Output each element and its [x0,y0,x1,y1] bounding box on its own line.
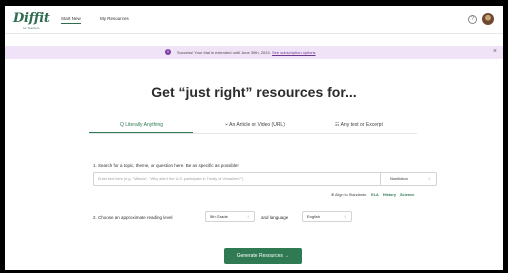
top-nav: Diffit for Teachers Start New My Resourc… [5,6,503,34]
language-select[interactable]: English ↕ [302,211,352,222]
standard-science[interactable]: Science [400,193,414,197]
nav-tab-start-new[interactable]: Start New [61,16,81,24]
tab-article-or-video[interactable]: ⑂ An Article or Video (URL) [225,122,285,128]
reading-level-value: 5th Grade [210,214,228,219]
info-icon: i [165,49,171,55]
step2-label: 2. Choose an approximate reading level [93,215,173,220]
chevron-updown-icon: ↕ [344,214,346,219]
reading-level-select[interactable]: 5th Grade ↕ [205,211,255,222]
tab-label: Q Literally Anything [120,122,164,128]
avatar[interactable] [482,13,494,25]
chevron-updown-icon: ↕ [428,176,430,181]
type-select[interactable]: Nonfiction ↕ [380,173,436,185]
help-icon[interactable]: ? [468,15,477,24]
banner-message: Success! Your trial is extended until Ju… [177,50,316,55]
trial-banner: i Success! Your trial is extended until … [5,46,503,59]
tab-label: ☷ Any text or Excerpt [335,122,383,128]
generate-resources-button[interactable]: Generate Resources → [224,248,302,264]
app-window: Diffit for Teachers Start New My Resourc… [5,6,503,270]
nav-tab-my-resources[interactable]: My Resources [100,16,129,21]
tab-literally-anything[interactable]: Q Literally Anything [120,122,163,128]
tab-label: ⑂ An Article or Video (URL) [225,122,285,128]
search-input[interactable] [94,173,382,185]
chevron-updown-icon: ↕ [247,214,249,219]
diffit-logo[interactable]: Diffit [13,11,50,26]
search-box: Nonfiction ↕ [93,172,437,186]
standard-ela[interactable]: ELA [371,193,379,197]
align-standards-label[interactable]: ⊕ Align to Standards: [331,193,367,197]
type-select-value: Nonfiction [390,176,408,181]
step1-label: 1. Search for a topic, theme, or questio… [93,163,239,168]
standard-history[interactable]: History [383,193,396,197]
close-icon[interactable]: × [493,48,497,55]
subscription-link[interactable]: See subscription options [272,50,316,55]
tabs-divider [89,133,417,134]
standards-row: ⊕ Align to Standards: ELA History Scienc… [331,192,414,197]
logo-subtitle: for Teachers [23,26,40,30]
page-title: Get “just right” resources for... [151,84,357,100]
language-label: and language [261,215,289,220]
tab-text-or-excerpt[interactable]: ☷ Any text or Excerpt [335,122,383,128]
banner-text: Success! Your trial is extended until Ju… [177,50,271,55]
language-value: English [307,214,321,219]
